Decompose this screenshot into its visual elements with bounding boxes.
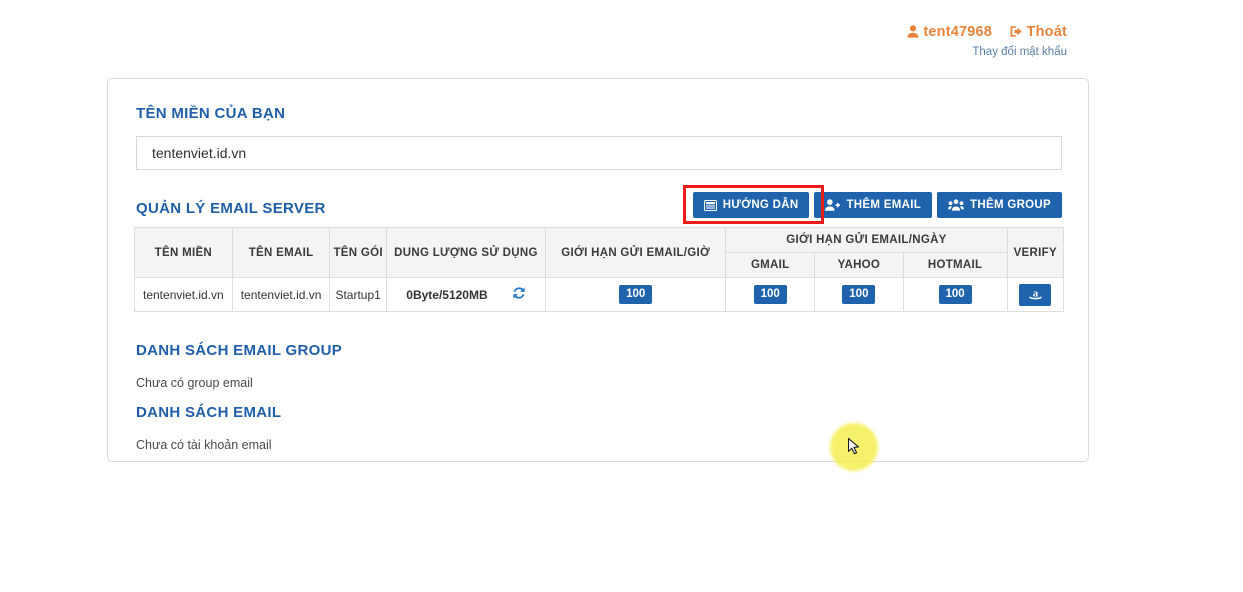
email-list-empty: Chưa có tài khoản email [136, 438, 272, 452]
sign-out-icon [1010, 25, 1023, 38]
cell-email: tentenviet.id.vn [231, 277, 331, 312]
them-email-label: THÊM EMAIL [846, 199, 922, 211]
group-list-title: DANH SÁCH EMAIL GROUP [136, 342, 343, 359]
header-usage: DUNG LƯỢNG SỬ DỤNG [385, 227, 547, 278]
logout-link[interactable]: Thoát [1010, 24, 1067, 40]
cell-domain: tentenviet.id.vn [134, 277, 233, 312]
hotmail-badge[interactable]: 100 [938, 285, 972, 304]
header-yahoo: YAHOO [814, 252, 904, 278]
account-line: tent47968 Thoát [0, 24, 1067, 41]
them-email-button[interactable]: THÊM EMAIL [814, 192, 933, 218]
cell-yahoo: 100 [814, 277, 904, 312]
management-section-title: QUẢN LÝ EMAIL SERVER [136, 200, 326, 217]
yahoo-badge[interactable]: 100 [842, 285, 876, 304]
amazon-a-icon: a [1027, 286, 1044, 304]
change-password-link[interactable]: Thay đổi mật khẩu [0, 45, 1067, 59]
cell-package: Startup1 [329, 277, 387, 312]
huong-dan-button[interactable]: HƯỚNG DẪN [692, 192, 810, 218]
users-group-icon [948, 199, 965, 211]
user-icon [907, 25, 919, 38]
header-package: TÊN GÓI [329, 227, 387, 278]
header-domain: TÊN MIỀN [134, 227, 233, 278]
group-list-empty: Chưa có group email [136, 376, 253, 390]
domain-value-box: tentenviet.id.vn [136, 136, 1062, 170]
cell-usage: 0Byte/5120MB [385, 277, 547, 312]
table-row: tentenviet.id.vn tentenviet.id.vn Startu… [134, 277, 1064, 312]
limit-hour-badge[interactable]: 100 [619, 285, 653, 304]
main-card: TÊN MIỀN CỦA BẠN tentenviet.id.vn QUẢN L… [107, 78, 1089, 462]
svg-text:a: a [1033, 287, 1039, 299]
account-username: tent47968 [923, 24, 993, 40]
header-hotmail: HOTMAIL [902, 252, 1008, 278]
gmail-badge[interactable]: 100 [753, 285, 787, 304]
user-plus-icon [825, 199, 841, 211]
them-group-button[interactable]: THÊM GROUP [937, 192, 1062, 218]
header-limit-hour: GIỚI HẠN GỬI EMAIL/GIỜ [545, 227, 727, 278]
email-server-table: TÊN MIỀN TÊN EMAIL TÊN GÓI DUNG LƯỢNG SỬ… [134, 227, 1064, 312]
usage-value: 0Byte/5120MB [406, 287, 488, 302]
cell-gmail: 100 [725, 277, 816, 312]
header-limit-day: GIỚI HẠN GỬI EMAIL/NGÀY [725, 227, 1008, 253]
account-user[interactable]: tent47968 [907, 24, 996, 40]
domain-value: tentenviet.id.vn [152, 145, 247, 161]
cell-limit-hour: 100 [545, 277, 727, 312]
cell-hotmail: 100 [902, 277, 1008, 312]
book-icon [703, 199, 717, 211]
table-header-row-1: TÊN MIỀN TÊN EMAIL TÊN GÓI DUNG LƯỢNG SỬ… [134, 227, 1064, 278]
action-button-row: HƯỚNG DẪN THÊM EMAIL THÊM GROUP [692, 192, 1062, 218]
header-verify: VERIFY [1006, 227, 1064, 278]
header-email: TÊN EMAIL [231, 227, 331, 278]
domain-section-title: TÊN MIỀN CỦA BẠN [136, 105, 286, 122]
header-gmail: GMAIL [725, 252, 816, 278]
account-bar: tent47968 Thoát Thay đổi mật khẩu [0, 0, 1243, 59]
huong-dan-label: HƯỚNG DẪN [722, 199, 799, 211]
refresh-icon[interactable] [512, 286, 526, 303]
verify-button[interactable]: a [1019, 283, 1052, 306]
logout-label: Thoát [1026, 24, 1067, 40]
email-list-title: DANH SÁCH EMAIL [136, 404, 282, 421]
them-group-label: THÊM GROUP [970, 199, 1051, 211]
cell-verify: a [1006, 277, 1064, 312]
